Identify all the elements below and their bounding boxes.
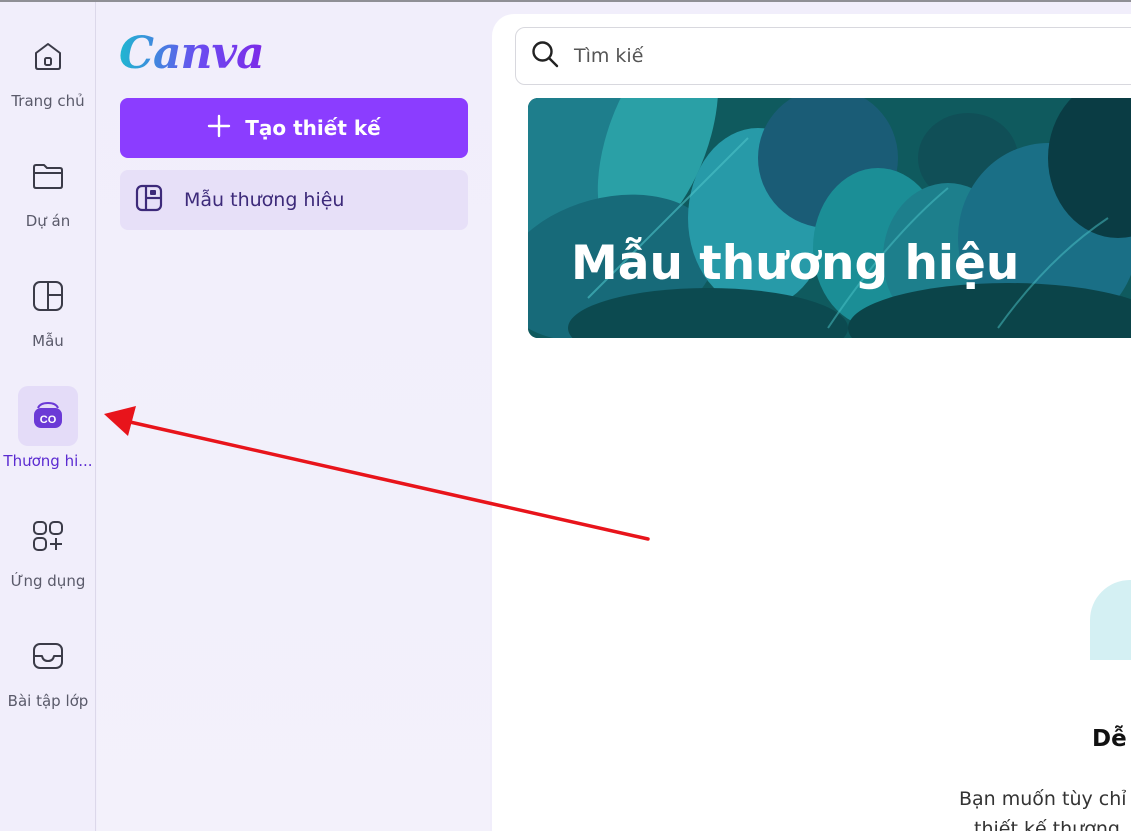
nav-item-templates[interactable]: Mẫu bbox=[0, 266, 96, 366]
nav-item-classwork[interactable]: Bài tập lớp bbox=[0, 626, 96, 726]
apps-icon bbox=[18, 506, 78, 566]
inbox-icon bbox=[18, 626, 78, 686]
nav-item-brand[interactable]: CO Thương hi... bbox=[0, 386, 96, 486]
nav-label-home: Trang chủ bbox=[11, 92, 85, 110]
brand-template-icon bbox=[134, 183, 164, 217]
nav-item-home[interactable]: Trang chủ bbox=[0, 26, 96, 126]
left-nav-rail: Trang chủ Dự án Mẫu CO Thương hi... Ứng … bbox=[0, 2, 96, 831]
folder-icon bbox=[18, 146, 78, 206]
plus-icon bbox=[207, 114, 231, 143]
search-bar[interactable]: Tìm kiế bbox=[515, 27, 1131, 85]
leaf-illustration bbox=[528, 98, 1131, 338]
panel-item-brand-templates[interactable]: Mẫu thương hiệu bbox=[120, 170, 468, 230]
empty-state-text-line2: thiết kế thương bbox=[974, 818, 1120, 831]
create-design-label: Tạo thiết kế bbox=[245, 116, 381, 140]
nav-label-classwork: Bài tập lớp bbox=[7, 692, 89, 710]
nav-label-apps: Ứng dụng bbox=[10, 572, 86, 590]
nav-label-templates: Mẫu bbox=[32, 332, 64, 350]
nav-label-brand: Thương hi... bbox=[3, 452, 93, 470]
svg-text:CO: CO bbox=[40, 414, 57, 426]
empty-state-heading: Dễ bbox=[1092, 726, 1127, 752]
nav-item-apps[interactable]: Ứng dụng bbox=[0, 506, 96, 606]
empty-state-text-line1: Bạn muốn tùy chỉ bbox=[959, 788, 1127, 810]
search-placeholder: Tìm kiế bbox=[574, 45, 644, 67]
search-icon bbox=[530, 39, 560, 73]
create-design-button[interactable]: Tạo thiết kế bbox=[120, 98, 468, 158]
home-icon bbox=[18, 26, 78, 86]
hero-title: Mẫu thương hiệu bbox=[571, 236, 1020, 291]
brand-kit-icon: CO bbox=[18, 386, 78, 446]
nav-item-projects[interactable]: Dự án bbox=[0, 146, 96, 246]
hero-banner: Mẫu thương hiệu bbox=[528, 98, 1131, 338]
brand-templates-label: Mẫu thương hiệu bbox=[184, 189, 345, 211]
template-icon bbox=[18, 266, 78, 326]
canva-logo[interactable]: Canva bbox=[119, 28, 265, 79]
nav-label-projects: Dự án bbox=[25, 212, 71, 230]
brand-side-panel: Canva Tạo thiết kế Mẫu thương hiệu bbox=[97, 2, 490, 831]
